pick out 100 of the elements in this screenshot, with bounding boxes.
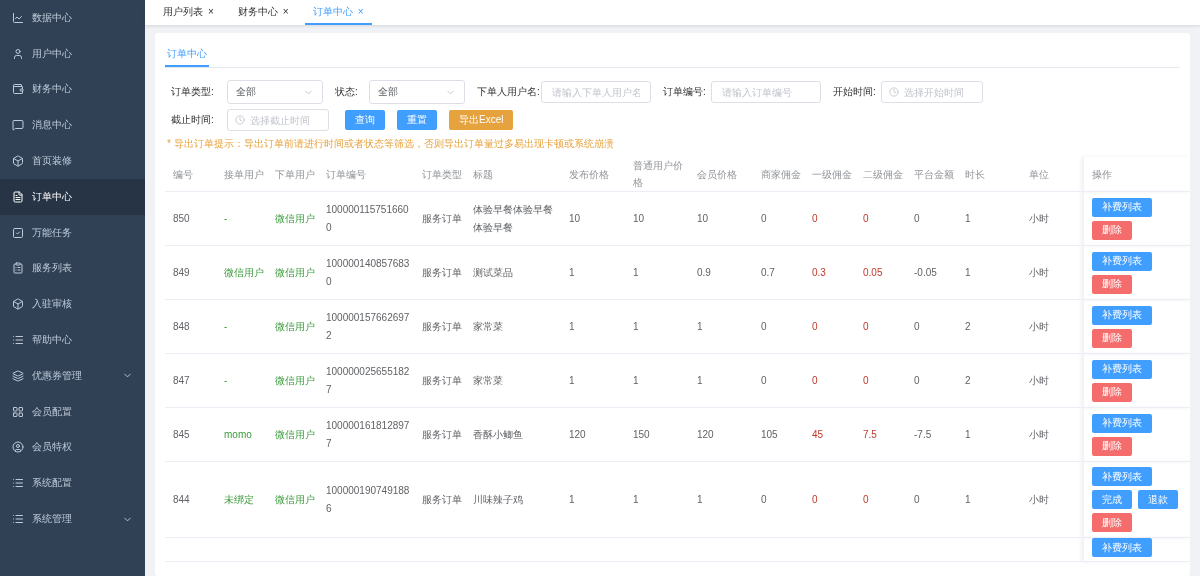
column-header: 商家佣金 <box>753 157 804 192</box>
clock-icon <box>889 87 899 97</box>
table-cell: 0 <box>804 299 855 354</box>
table-cell: 小时 <box>1021 407 1084 462</box>
checklist-icon <box>12 226 24 239</box>
table-cell: 家常菜 <box>465 299 561 354</box>
table-cell: 0 <box>804 191 855 246</box>
close-icon[interactable]: × <box>208 6 214 17</box>
table-cell: 微信用户 <box>267 461 318 538</box>
column-header: 单位 <box>1021 157 1084 192</box>
sidebar-item[interactable]: 会员特权 <box>0 429 145 466</box>
sidebar-item[interactable]: 万能任务 <box>0 214 145 251</box>
table-cell: 0 <box>753 461 804 538</box>
table-cell: 0 <box>804 353 855 408</box>
table-cell: 845 <box>165 407 216 462</box>
table-cell: 未绑定 <box>216 461 267 538</box>
tab[interactable]: 财务中心 × <box>229 0 297 25</box>
notice-text: * 导出订单提示：导出订单前请进行时间或者状态等筛选，否则导出订单量过多易出现卡顿或系统崩溃 <box>166 137 615 151</box>
table-cell: 0 <box>855 461 906 538</box>
table-cell: 0 <box>906 299 957 354</box>
message-icon <box>12 119 24 132</box>
table-cell: 1 <box>625 461 689 538</box>
table-cell: 1000001576626972 <box>318 299 414 354</box>
sidebar-item[interactable]: 优惠券管理 <box>0 357 145 394</box>
column-header: 编号 <box>165 157 216 192</box>
clock-icon <box>235 115 245 125</box>
table-cell: 0 <box>753 191 804 246</box>
table-cell: 家常菜 <box>465 353 561 408</box>
column-header: 发布价格 <box>561 157 625 192</box>
sidebar-item[interactable]: 入驻审核 <box>0 286 145 323</box>
list-icon <box>12 334 24 347</box>
table-cell: 微信用户 <box>267 407 318 462</box>
table-cell: 1 <box>625 245 689 300</box>
close-icon[interactable]: × <box>282 6 289 17</box>
table-cell: 1000001618128977 <box>318 407 414 462</box>
sidebar-item[interactable]: 消息中心 <box>0 107 145 144</box>
table-cell: 0 <box>906 353 957 408</box>
field-label: 下单人用户名: <box>477 85 541 99</box>
sidebar-item[interactable]: 财务中心 <box>0 71 145 108</box>
sidebar-item[interactable]: 数据中心 <box>0 0 145 36</box>
table-cell: 0 <box>906 461 957 538</box>
column-header: 一级佣金 <box>804 157 855 192</box>
column-header: 接单用户 <box>216 157 267 192</box>
table-cell: 10 <box>689 191 753 246</box>
field-label: 开始时间: <box>833 85 877 99</box>
table-cell: 0.05 <box>855 245 906 300</box>
table-cell: - <box>216 191 267 246</box>
column-header: 普通用户价格 <box>625 157 689 192</box>
field-label: 订单编号: <box>663 85 707 99</box>
table-cell: 0 <box>906 191 957 246</box>
table-cell: 0.7 <box>753 245 804 300</box>
select-field[interactable]: 全部 <box>227 80 323 104</box>
tab[interactable]: 用户列表 × <box>155 0 222 25</box>
user-icon <box>12 47 24 60</box>
box-icon <box>12 155 24 168</box>
table-cell: 850 <box>165 191 216 246</box>
grid-icon <box>12 405 24 418</box>
sidebar-item[interactable]: 首页装修 <box>0 143 145 179</box>
table-cell: 1000001408576830 <box>318 245 414 300</box>
table-cell: 1 <box>689 353 753 408</box>
table-cell: 2 <box>957 299 1021 354</box>
sidebar-item[interactable]: 订单中心 <box>0 179 145 215</box>
sidebar-item[interactable]: 用户中心 <box>0 35 145 72</box>
table-cell: 小时 <box>1021 353 1084 408</box>
sidebar-item[interactable]: 会员配置 <box>0 393 145 430</box>
wallet-icon <box>12 83 24 96</box>
table-cell: 2 <box>957 353 1021 408</box>
table-cell: 1000000256551827 <box>318 353 414 408</box>
table-cell: 1 <box>561 353 625 408</box>
table-cell: 150 <box>625 407 689 462</box>
table-cell: 848 <box>165 299 216 354</box>
column-header: 时长 <box>957 157 1021 192</box>
table-cell: -0.05 <box>906 245 957 300</box>
sidebar-item[interactable]: 服务列表 <box>0 250 145 287</box>
table-cell: 10 <box>561 191 625 246</box>
sidebar-item[interactable]: 系统管理 <box>0 501 145 537</box>
table-cell: - <box>216 299 267 354</box>
table-cell: 0 <box>753 353 804 408</box>
table-cell: 1 <box>689 299 753 354</box>
table-cell: 1 <box>957 407 1021 462</box>
sidebar-item[interactable]: 帮助中心 <box>0 322 145 358</box>
table-cell: 847 <box>165 353 216 408</box>
table-cell: 测试菜品 <box>465 245 561 300</box>
sidebar-item[interactable]: 系统配置 <box>0 465 145 502</box>
table-cell: 1 <box>957 245 1021 300</box>
select-field[interactable]: 全部 <box>369 80 465 104</box>
table-cell: 0.3 <box>804 245 855 300</box>
table-cell: 小时 <box>1021 299 1084 354</box>
table-cell: - <box>216 353 267 408</box>
table-cell: 川味辣子鸡 <box>465 461 561 538</box>
table-cell: 微信用户 <box>267 299 318 354</box>
column-header: 二级佣金 <box>855 157 906 192</box>
table-cell: 0 <box>855 299 906 354</box>
table-cell: 服务订单 <box>414 353 465 408</box>
table-cell: 45 <box>804 407 855 462</box>
table-cell: 7.5 <box>855 407 906 462</box>
column-header: 会员价格 <box>689 157 753 192</box>
box-icon <box>12 298 24 311</box>
field-label: 截止时间: <box>171 113 215 127</box>
table-cell: 1 <box>561 245 625 300</box>
